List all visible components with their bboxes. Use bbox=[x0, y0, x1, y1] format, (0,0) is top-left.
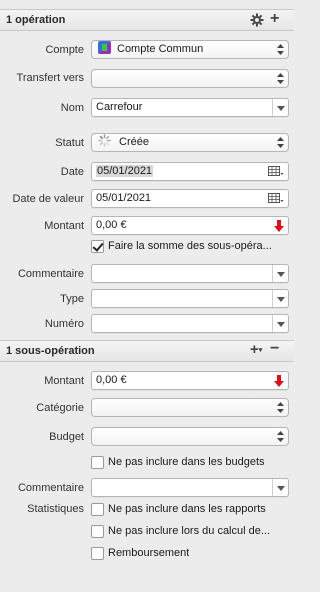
remboursement-checkbox[interactable]: Remboursement bbox=[91, 545, 189, 561]
operation-section-header: 1 opération + bbox=[0, 9, 294, 31]
exclude-reports-checkbox[interactable]: Ne pas inclure dans les rapports bbox=[91, 501, 266, 517]
nom-label: Nom bbox=[60, 102, 84, 114]
date-field[interactable]: 05/01/2021 bbox=[91, 162, 289, 181]
exclude-calc-checkbox[interactable]: Ne pas inclure lors du calcul de... bbox=[91, 523, 270, 539]
numero-combobox[interactable] bbox=[91, 314, 289, 333]
calendar-icon[interactable] bbox=[268, 166, 284, 177]
updown-arrows-icon bbox=[277, 44, 284, 55]
debit-arrow-icon[interactable] bbox=[274, 375, 284, 387]
add-menu-icon[interactable]: +▾ bbox=[250, 342, 262, 358]
sum-suboperations-checkbox[interactable]: Faire la somme des sous-opéra... bbox=[91, 238, 272, 254]
chevron-down-icon[interactable] bbox=[272, 290, 288, 307]
updown-arrows-icon bbox=[277, 73, 284, 84]
numero-label: Numéro bbox=[44, 318, 84, 330]
compte-popup[interactable]: Compte Commun bbox=[91, 40, 289, 59]
sub-commentaire-label: Commentaire bbox=[17, 482, 84, 494]
categorie-popup[interactable] bbox=[91, 398, 289, 417]
sub-montant-label: Montant bbox=[44, 375, 84, 387]
remove-icon[interactable]: − bbox=[270, 341, 279, 357]
spinner-icon bbox=[98, 134, 111, 147]
compte-value: Compte Commun bbox=[117, 43, 204, 55]
chevron-down-icon[interactable] bbox=[272, 99, 288, 116]
checkbox-unchecked[interactable] bbox=[91, 502, 104, 516]
montant-value: 0,00 € bbox=[96, 219, 127, 231]
chevron-down-icon[interactable] bbox=[272, 265, 288, 282]
type-label: Type bbox=[60, 293, 84, 305]
date-label: Date bbox=[60, 166, 84, 178]
checkbox-checked[interactable] bbox=[91, 239, 104, 253]
montant-field[interactable]: 0,00 € bbox=[91, 216, 289, 235]
operation-section-title: 1 opération bbox=[6, 14, 66, 26]
add-icon[interactable]: + bbox=[270, 11, 279, 27]
exclude-reports-label: Ne pas inclure dans les rapports bbox=[108, 503, 266, 515]
statut-popup[interactable]: Créée bbox=[91, 133, 289, 152]
statistiques-label: Statistiques bbox=[27, 503, 84, 515]
statut-value: Créée bbox=[119, 136, 149, 148]
exclude-calc-label: Ne pas inclure lors du calcul de... bbox=[108, 525, 271, 537]
remboursement-label: Remboursement bbox=[108, 547, 190, 559]
checkbox-unchecked[interactable] bbox=[91, 524, 104, 538]
sum-suboperations-label: Faire la somme des sous-opéra... bbox=[108, 240, 272, 252]
updown-arrows-icon bbox=[277, 137, 284, 148]
updown-arrows-icon bbox=[277, 431, 284, 442]
sub-montant-value: 0,00 € bbox=[96, 374, 127, 386]
categorie-label: Catégorie bbox=[36, 402, 84, 414]
exclude-budgets-label: Ne pas inclure dans les budgets bbox=[108, 456, 265, 468]
gear-icon[interactable] bbox=[250, 13, 264, 29]
commentaire-label: Commentaire bbox=[17, 268, 84, 280]
transfert-label: Transfert vers bbox=[16, 72, 84, 84]
type-combobox[interactable] bbox=[91, 289, 289, 308]
date-value: 05/01/2021 bbox=[96, 165, 154, 177]
updown-arrows-icon bbox=[277, 402, 284, 413]
transfert-popup[interactable] bbox=[91, 69, 289, 88]
checkbox-unchecked[interactable] bbox=[91, 455, 104, 469]
nom-combobox[interactable]: Carrefour bbox=[91, 98, 289, 117]
date-valeur-label: Date de valeur bbox=[12, 193, 84, 205]
debit-arrow-icon[interactable] bbox=[274, 220, 284, 232]
suboperation-section-header: 1 sous-opération +▾ − bbox=[0, 340, 294, 362]
sub-commentaire-combobox[interactable] bbox=[91, 478, 289, 497]
compte-label: Compte bbox=[45, 44, 84, 56]
date-valeur-value: 05/01/2021 bbox=[96, 192, 152, 204]
calendar-icon[interactable] bbox=[268, 193, 284, 204]
statut-label: Statut bbox=[55, 137, 84, 149]
operation-inspector-panel: 1 opération + Compte Compte Commun Trans… bbox=[0, 0, 294, 592]
account-icon bbox=[98, 41, 111, 54]
chevron-down-icon[interactable] bbox=[272, 315, 288, 332]
budget-label: Budget bbox=[49, 431, 84, 443]
checkbox-unchecked[interactable] bbox=[91, 546, 104, 560]
chevron-down-icon[interactable] bbox=[272, 479, 288, 496]
budget-popup[interactable] bbox=[91, 427, 289, 446]
montant-label: Montant bbox=[44, 220, 84, 232]
commentaire-combobox[interactable] bbox=[91, 264, 289, 283]
nom-value: Carrefour bbox=[96, 101, 143, 113]
exclude-budgets-checkbox[interactable]: Ne pas inclure dans les budgets bbox=[91, 454, 265, 470]
suboperation-section-title: 1 sous-opération bbox=[6, 345, 95, 357]
sub-montant-field[interactable]: 0,00 € bbox=[91, 371, 289, 390]
date-valeur-field[interactable]: 05/01/2021 bbox=[91, 189, 289, 208]
